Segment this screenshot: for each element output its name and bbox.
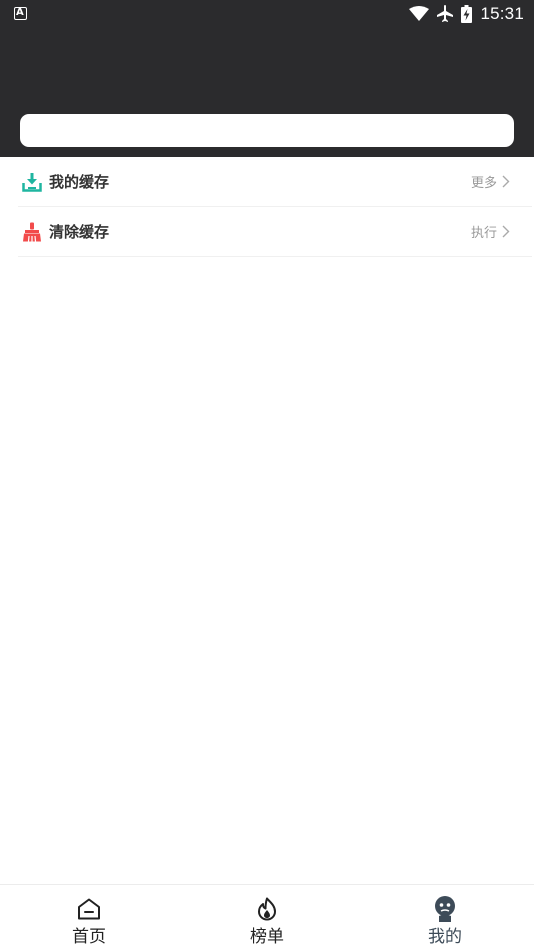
clear-cache-row[interactable]: 清除缓存 执行	[18, 207, 532, 257]
nav-ranking-label: 榜单	[250, 927, 284, 947]
home-icon	[76, 897, 102, 921]
search-input[interactable]	[20, 114, 514, 147]
profile-icon	[432, 896, 458, 922]
status-bar: A 15:31	[0, 0, 534, 28]
nav-home[interactable]: 首页	[0, 885, 178, 950]
clear-cache-execute-link[interactable]: 执行	[471, 222, 510, 241]
clear-cache-label: 清除缓存	[49, 223, 110, 241]
bottom-nav: 首页 榜单 我的	[0, 884, 534, 950]
nav-profile[interactable]: 我的	[356, 885, 534, 950]
settings-list: 我的缓存 更多 清除缓存 执行	[18, 157, 532, 257]
battery-charging-icon	[461, 5, 473, 23]
nav-home-label: 首页	[72, 927, 106, 947]
flame-icon	[254, 897, 280, 921]
my-cache-more-link[interactable]: 更多	[471, 172, 510, 191]
airplane-icon	[437, 5, 454, 23]
download-icon	[21, 171, 43, 193]
wifi-icon	[409, 6, 430, 22]
status-time: 15:31	[480, 4, 524, 23]
my-cache-label: 我的缓存	[49, 173, 110, 191]
clear-cache-action-text: 执行	[470, 226, 497, 241]
notification-icon-letter: A	[16, 7, 24, 18]
chevron-right-icon	[502, 225, 510, 238]
header: A 15:31	[0, 0, 534, 157]
notification-icon: A	[14, 7, 27, 20]
status-icons: 15:31	[409, 3, 524, 25]
my-cache-action-text: 更多	[470, 176, 497, 191]
chevron-right-icon	[502, 175, 510, 188]
my-cache-row[interactable]: 我的缓存 更多	[18, 157, 532, 207]
broom-icon	[21, 221, 43, 243]
nav-profile-label: 我的	[428, 927, 462, 947]
nav-ranking[interactable]: 榜单	[178, 885, 356, 950]
